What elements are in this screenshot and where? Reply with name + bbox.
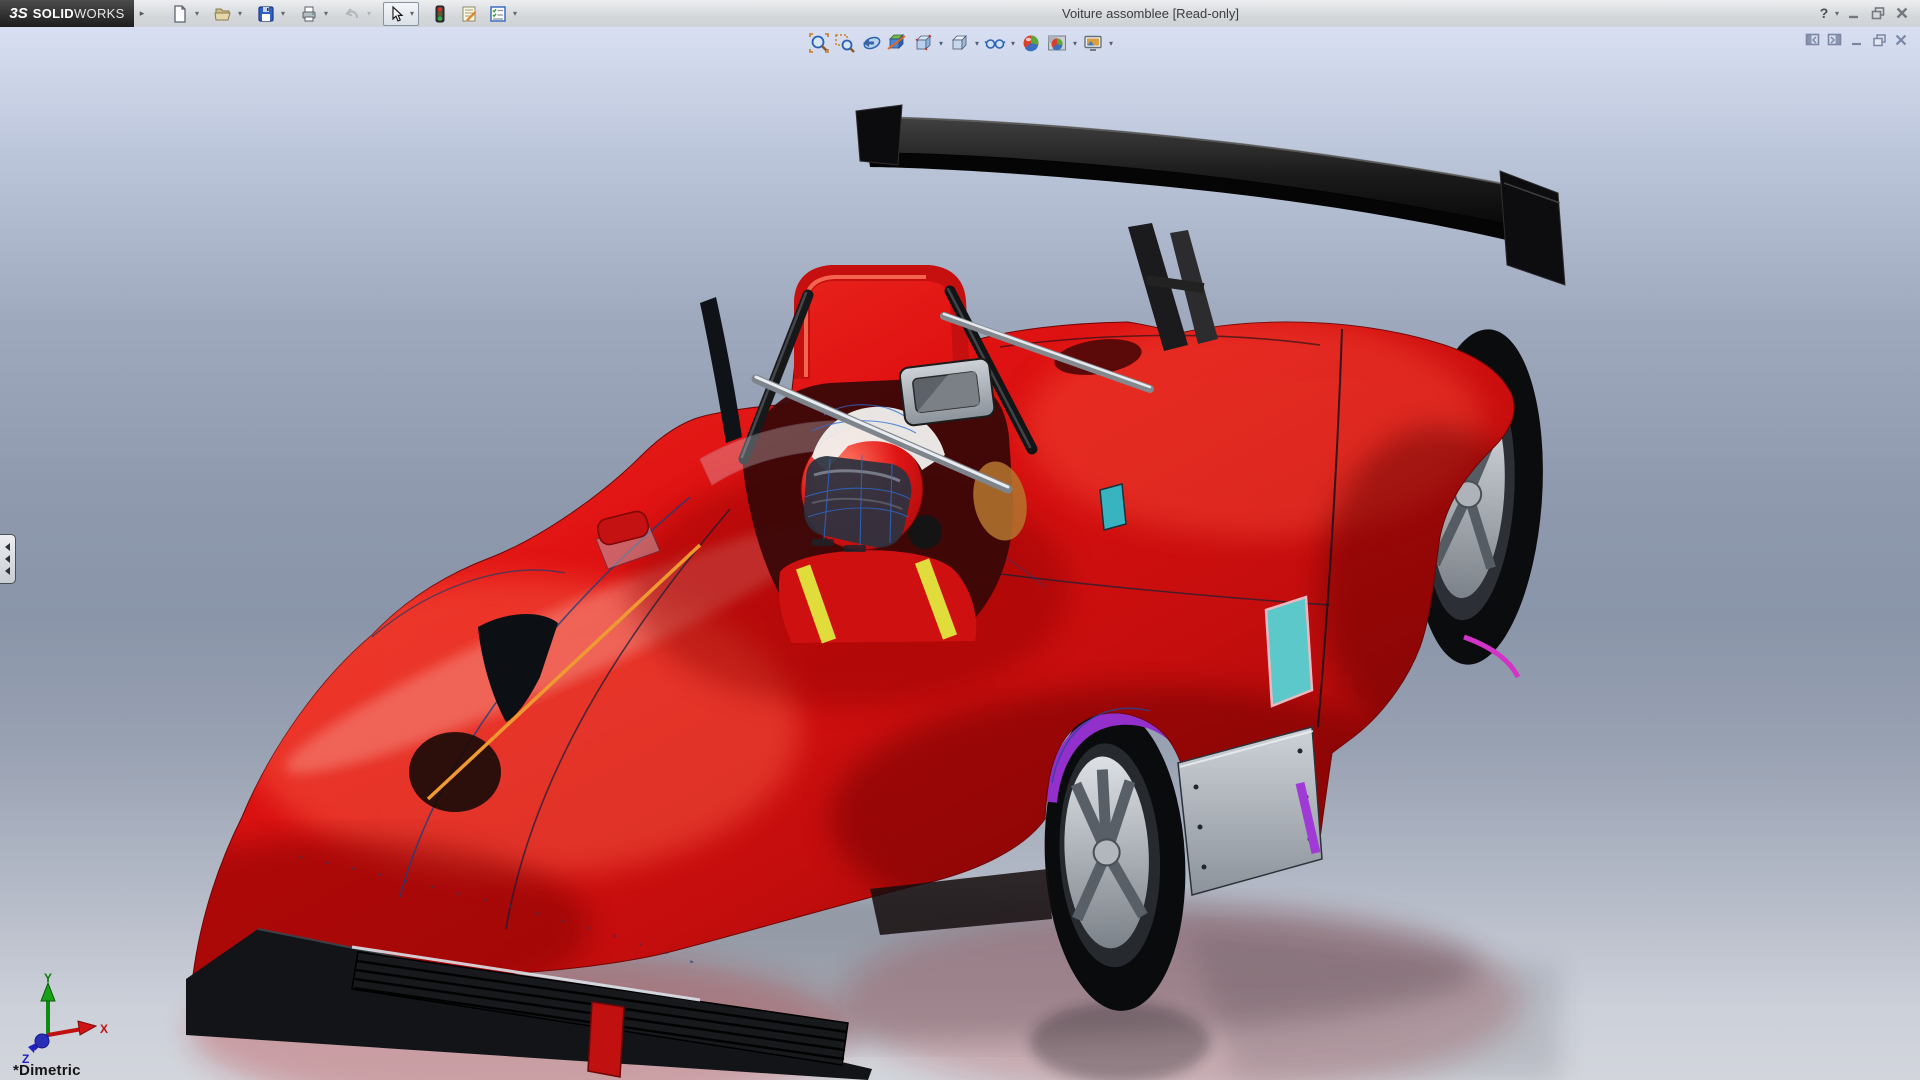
section-view-icon — [886, 32, 908, 54]
new-document-icon — [170, 4, 190, 24]
undo-icon — [342, 4, 362, 24]
help-caret[interactable]: ▾ — [1832, 9, 1842, 18]
view-orientation-button[interactable] — [910, 30, 936, 56]
save-button[interactable] — [254, 3, 278, 25]
minimize-icon — [1846, 5, 1862, 21]
print-icon — [299, 4, 319, 24]
zoom-to-fit-icon — [808, 32, 830, 54]
close-icon — [1894, 5, 1910, 21]
print-button[interactable] — [297, 3, 321, 25]
hide-show-items-button[interactable] — [982, 30, 1008, 56]
file-properties-icon — [459, 4, 479, 24]
rebuild-stoplight-button[interactable] — [428, 3, 452, 25]
minimize-document-button[interactable] — [1846, 31, 1868, 49]
restore-document-icon — [1872, 33, 1887, 47]
orientation-triad[interactable]: Y X Z — [16, 973, 112, 1065]
collapse-arrow-icon — [5, 555, 10, 563]
close-button[interactable] — [1890, 3, 1914, 23]
apply-scene-icon — [1046, 32, 1068, 54]
apply-scene-button[interactable] — [1044, 30, 1070, 56]
restore-icon — [1870, 5, 1886, 21]
undo-button[interactable] — [340, 3, 364, 25]
select-button[interactable]: ▾ — [383, 2, 419, 26]
edit-appearance-button[interactable] — [1018, 30, 1044, 56]
apply-scene-caret[interactable]: ▾ — [1070, 39, 1080, 48]
tow-post — [588, 1002, 624, 1077]
help-button[interactable]: ? — [1816, 5, 1832, 21]
view-settings-caret[interactable]: ▾ — [1106, 39, 1116, 48]
display-style-button[interactable] — [946, 30, 972, 56]
main-toolbar: ▾ ▾ ▾ ▾ ▾ ▾ — [168, 2, 520, 25]
zoom-to-area-icon — [834, 32, 856, 54]
graphics-viewport[interactable]: ▾ ▾ ▾ ▾ ▾ — [0, 27, 1920, 1080]
feature-pane-collapse-tab[interactable] — [0, 534, 16, 584]
new-document-caret[interactable]: ▾ — [192, 9, 202, 18]
triad-y-label: Y — [44, 973, 52, 985]
file-properties-button[interactable] — [457, 3, 481, 25]
heads-up-view-toolbar: ▾ ▾ ▾ ▾ ▾ — [806, 30, 1116, 56]
edit-appearance-icon — [1020, 32, 1042, 54]
view-orientation-icon — [912, 32, 934, 54]
display-style-caret[interactable]: ▾ — [972, 39, 982, 48]
save-caret[interactable]: ▾ — [278, 9, 288, 18]
stoplight-icon — [431, 4, 449, 24]
document-window-controls — [1802, 31, 1912, 49]
close-document-icon — [1894, 33, 1908, 47]
select-caret[interactable]: ▾ — [407, 9, 417, 18]
minimize-button[interactable] — [1842, 3, 1866, 23]
hide-show-items-caret[interactable]: ▾ — [1008, 39, 1018, 48]
solidworks-logo: 3SSOLIDWORKS — [0, 0, 134, 27]
display-style-icon — [948, 32, 970, 54]
collapse-arrow-icon — [5, 543, 10, 551]
logo-mark: 3S — [9, 5, 27, 22]
menu-expand-arrow[interactable]: ▸ — [136, 6, 148, 21]
view-settings-button[interactable] — [1080, 30, 1106, 56]
pane-left-button[interactable] — [1802, 31, 1824, 49]
triad-x-label: X — [100, 1022, 108, 1036]
rear-view-mirror[interactable] — [899, 358, 995, 427]
pane-right-icon — [1827, 33, 1843, 47]
save-icon — [256, 4, 276, 24]
previous-view-icon — [860, 32, 882, 54]
close-document-button[interactable] — [1890, 31, 1912, 49]
options-button[interactable] — [486, 3, 510, 25]
zoom-to-fit-button[interactable] — [806, 30, 832, 56]
previous-view-button[interactable] — [858, 30, 884, 56]
restore-button[interactable] — [1866, 3, 1890, 23]
document-title: Voiture assomblee [Read-only] — [1062, 6, 1239, 21]
model-canvas[interactable] — [0, 27, 1920, 1080]
restore-document-button[interactable] — [1868, 31, 1890, 49]
options-icon — [488, 4, 508, 24]
solidworks-window: 3SSOLIDWORKS ▸ ▾ ▾ ▾ ▾ ▾ ▾ — [0, 0, 1920, 1080]
open-caret[interactable]: ▾ — [235, 9, 245, 18]
open-icon — [213, 4, 233, 24]
options-caret[interactable]: ▾ — [510, 9, 520, 18]
titlebar: 3SSOLIDWORKS ▸ ▾ ▾ ▾ ▾ ▾ ▾ — [0, 0, 1920, 28]
hide-show-items-icon — [984, 32, 1006, 54]
print-caret[interactable]: ▾ — [321, 9, 331, 18]
view-orientation-caret[interactable]: ▾ — [936, 39, 946, 48]
collapse-arrow-icon — [5, 567, 10, 575]
minimize-document-icon — [1850, 33, 1864, 47]
view-settings-icon — [1082, 32, 1104, 54]
view-orientation-label: *Dimetric — [13, 1062, 81, 1079]
window-controls: ? ▾ — [1816, 3, 1914, 23]
section-view-button[interactable] — [884, 30, 910, 56]
select-cursor-icon — [387, 5, 405, 23]
undo-caret[interactable]: ▾ — [364, 9, 374, 18]
zoom-to-area-button[interactable] — [832, 30, 858, 56]
pane-left-icon — [1805, 33, 1821, 47]
open-button[interactable] — [211, 3, 235, 25]
new-document-button[interactable] — [168, 3, 192, 25]
pane-right-button[interactable] — [1824, 31, 1846, 49]
